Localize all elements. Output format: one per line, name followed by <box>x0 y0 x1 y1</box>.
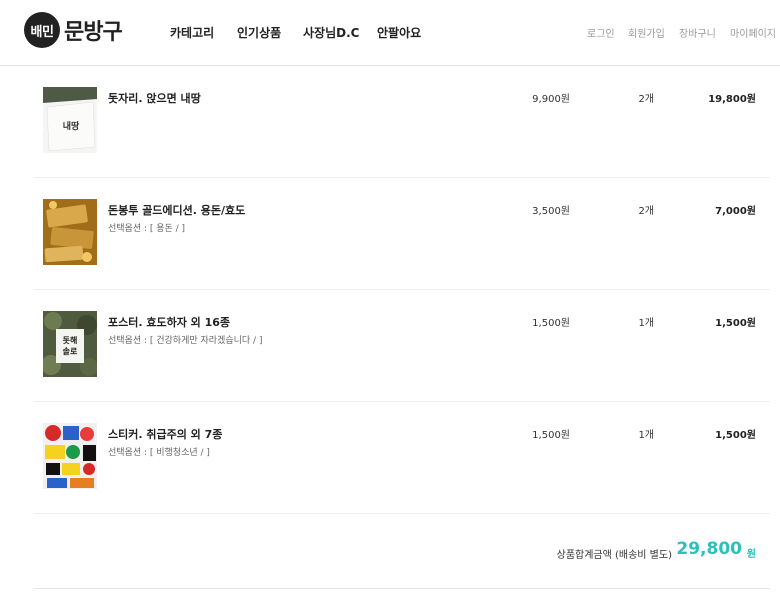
nav-item-not-selling[interactable]: 안팔아요 <box>377 24 421 41</box>
logo-text: 문방구 <box>64 20 123 45</box>
quantity: 1개 <box>638 430 654 441</box>
cart-row: 내땅 돗자리. 앉으면 내땅 9,900원 2개 19,800원 <box>34 66 770 178</box>
product-option: 선택옵션 : [ 비행청소년 / ] <box>108 448 210 458</box>
product-name[interactable]: 스티커. 취급주의 외 7종 <box>108 426 222 442</box>
summary-total: 29,800 <box>676 539 742 559</box>
quantity: 1개 <box>638 318 654 329</box>
cart-row: 돈봉투 골드에디션. 용돈/효도 선택옵션 : [ 용돈 / ] 3,500원 … <box>34 178 770 290</box>
line-total: 1,500원 <box>715 318 756 329</box>
cart-row: 돗해 솔로 포스터. 효도하자 외 16종 선택옵션 : [ 건강하게만 자라겠… <box>34 290 770 402</box>
product-thumbnail[interactable]: 내땅 <box>43 87 97 153</box>
product-thumbnail[interactable] <box>43 199 97 265</box>
quantity: 2개 <box>638 206 654 217</box>
site-header: 배민 문방구 카테고리 인기상품 사장님D.C 안팔아요 로그인 회원가입 장바… <box>0 0 780 66</box>
mypage-link[interactable]: 마이페이지 <box>730 25 776 40</box>
product-name[interactable]: 돗자리. 앉으면 내땅 <box>108 90 201 106</box>
line-total: 1,500원 <box>715 430 756 441</box>
product-thumbnail[interactable] <box>43 423 97 489</box>
nav-item-popular[interactable]: 인기상품 <box>237 24 281 41</box>
svg-text:돗해: 돗해 <box>63 335 78 345</box>
signup-link[interactable]: 회원가입 <box>628 25 665 40</box>
cart-link[interactable]: 장바구니 <box>679 25 716 40</box>
summary-label: 상품합계금액 (배송비 별도) <box>556 550 672 561</box>
product-thumbnail[interactable]: 돗해 솔로 <box>43 311 97 377</box>
nav-item-category[interactable]: 카테고리 <box>170 24 214 41</box>
unit-price: 1,500원 <box>532 318 570 329</box>
product-name[interactable]: 포스터. 효도하자 외 16종 <box>108 314 230 330</box>
logo-badge-icon: 배민 <box>24 12 60 48</box>
quantity: 2개 <box>638 94 654 105</box>
login-link[interactable]: 로그인 <box>587 25 615 40</box>
svg-text:솔로: 솔로 <box>63 346 78 356</box>
cart-summary: 상품합계금액 (배송비 별도) 29,800 원 <box>34 512 770 589</box>
unit-price: 1,500원 <box>532 430 570 441</box>
product-name[interactable]: 돈봉투 골드에디션. 용돈/효도 <box>108 202 245 218</box>
line-total: 19,800원 <box>708 94 756 105</box>
unit-price: 3,500원 <box>532 206 570 217</box>
nav-item-boss-dc[interactable]: 사장님D.C <box>303 24 359 41</box>
cart-row: 스티커. 취급주의 외 7종 선택옵션 : [ 비행청소년 / ] 1,500원… <box>34 402 770 514</box>
thumb-label: 내땅 <box>63 120 80 132</box>
product-option: 선택옵션 : [ 건강하게만 자라겠습니다 / ] <box>108 336 263 346</box>
product-option: 선택옵션 : [ 용돈 / ] <box>108 224 186 234</box>
unit-price: 9,900원 <box>532 94 570 105</box>
line-total: 7,000원 <box>715 206 756 217</box>
summary-unit: 원 <box>746 549 756 560</box>
site-logo[interactable]: 배민 문방구 <box>24 12 123 48</box>
